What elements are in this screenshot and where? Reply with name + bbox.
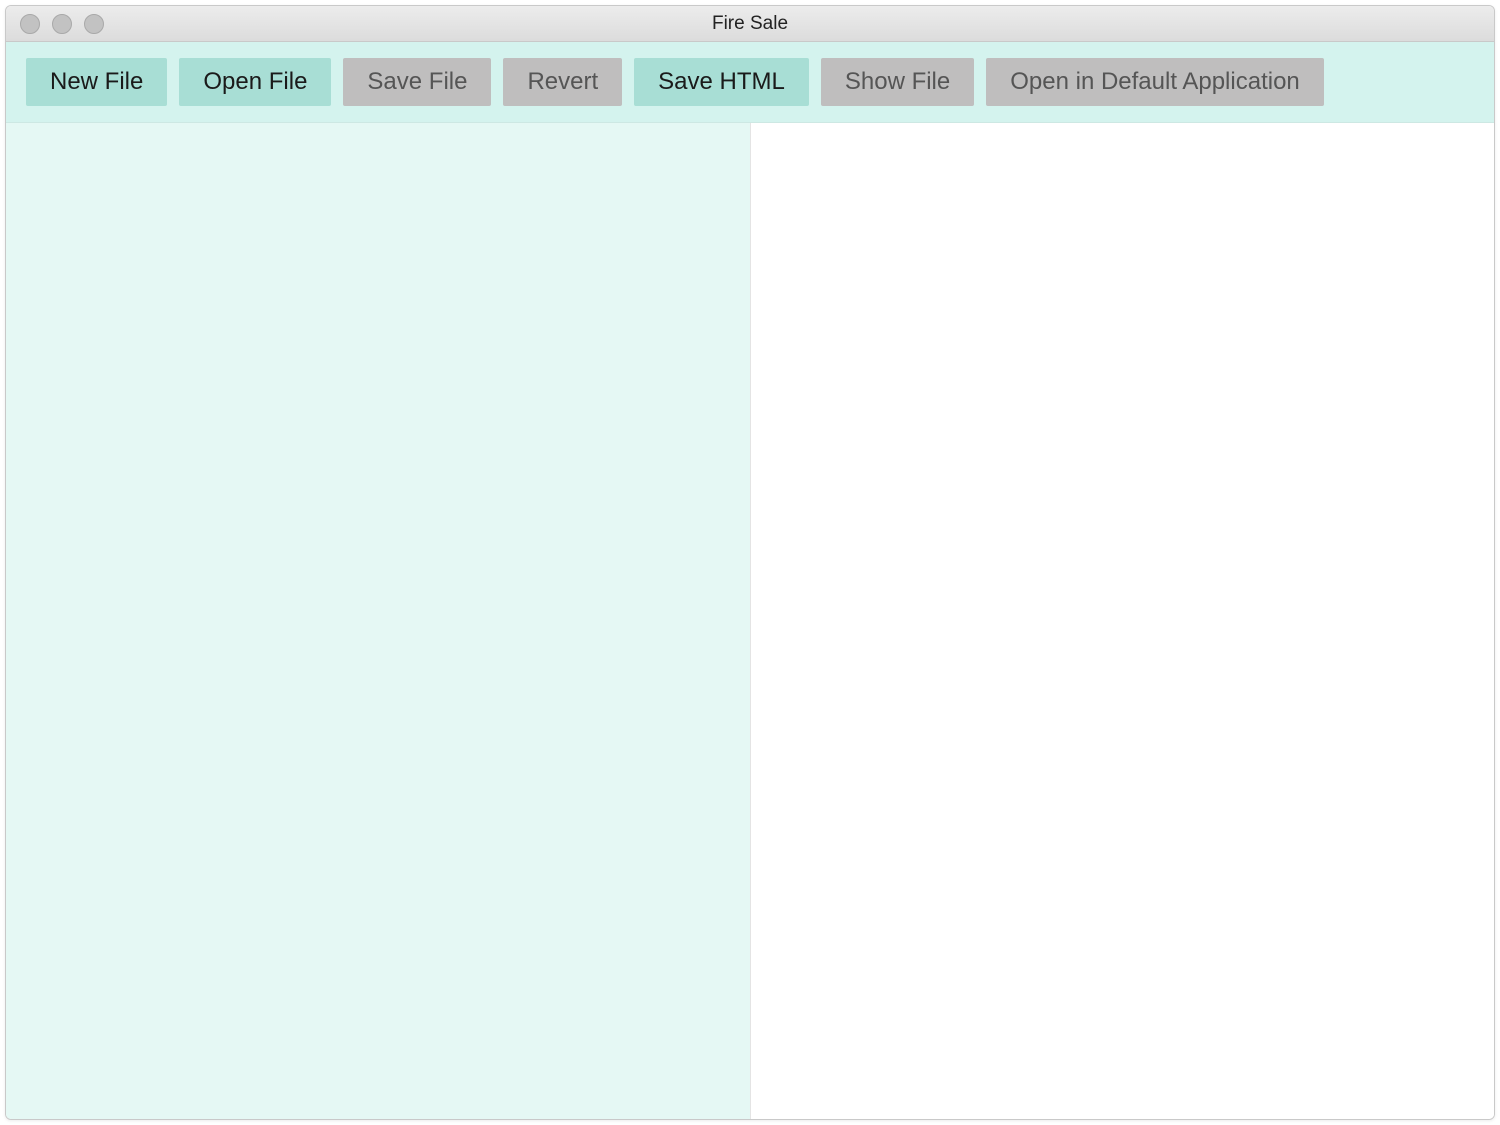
traffic-lights — [6, 14, 104, 34]
show-file-button: Show File — [821, 58, 974, 106]
open-file-button[interactable]: Open File — [179, 58, 331, 106]
window-title: Fire Sale — [6, 13, 1494, 35]
content-area — [6, 123, 1494, 1119]
save-file-button: Save File — [343, 58, 491, 106]
new-file-button[interactable]: New File — [26, 58, 167, 106]
open-default-app-button: Open in Default Application — [986, 58, 1324, 106]
editor-pane[interactable] — [6, 123, 751, 1119]
minimize-icon[interactable] — [52, 14, 72, 34]
save-html-button[interactable]: Save HTML — [634, 58, 809, 106]
toolbar: New File Open File Save File Revert Save… — [6, 42, 1494, 123]
revert-button: Revert — [503, 58, 622, 106]
maximize-icon[interactable] — [84, 14, 104, 34]
preview-pane — [751, 123, 1495, 1119]
close-icon[interactable] — [20, 14, 40, 34]
app-window: Fire Sale New File Open File Save File R… — [5, 5, 1495, 1120]
titlebar[interactable]: Fire Sale — [6, 6, 1494, 42]
